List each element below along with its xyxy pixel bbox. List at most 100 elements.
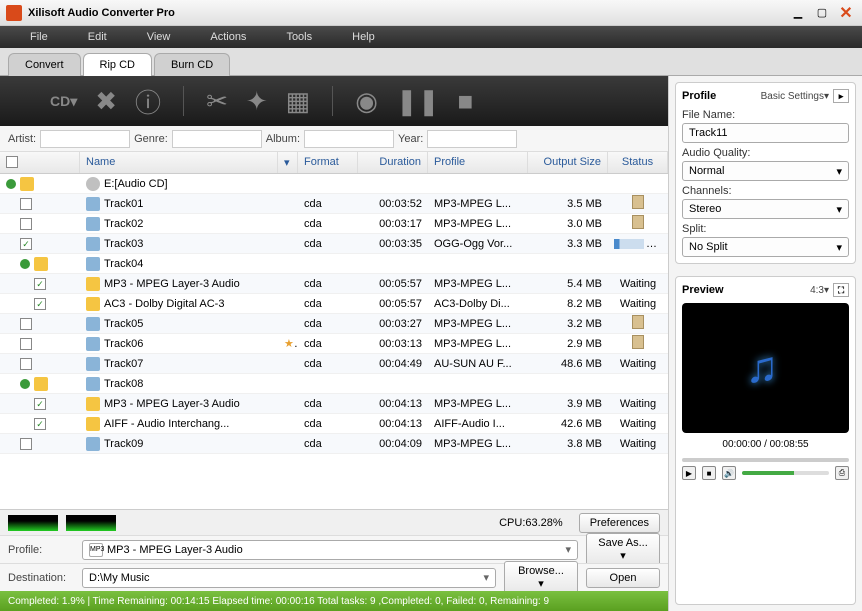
stop-button[interactable]: ■ [702, 466, 716, 480]
mute-button[interactable]: 🔊 [722, 466, 736, 480]
table-row[interactable]: Track05cda00:03:27MP3-MPEG L...3.2 MB [0, 314, 668, 334]
row-checkbox[interactable] [20, 318, 32, 330]
delete-icon[interactable]: ✖ [95, 86, 117, 117]
table-row[interactable]: Track02cda00:03:17MP3-MPEG L...3.0 MB [0, 214, 668, 234]
close-button[interactable]: ✕ [836, 5, 856, 21]
add-video-icon[interactable]: ▦ [286, 86, 311, 117]
collapse-icon[interactable] [20, 379, 30, 389]
record-icon[interactable]: ◉ [355, 86, 378, 117]
menu-tools[interactable]: Tools [266, 31, 332, 43]
row-checkbox[interactable] [20, 198, 32, 210]
row-checkbox[interactable] [20, 338, 32, 350]
cd-icon[interactable]: CD▾ [50, 93, 77, 110]
row-name: Track08 [104, 377, 143, 389]
col-name[interactable]: Name [80, 152, 278, 173]
collapse-icon[interactable] [6, 179, 16, 189]
col-expand[interactable] [0, 152, 80, 173]
collapse-icon[interactable] [20, 259, 30, 269]
row-checkbox[interactable]: ✓ [20, 238, 32, 250]
menu-actions[interactable]: Actions [190, 31, 266, 43]
menu-help[interactable]: Help [332, 31, 395, 43]
year-input[interactable] [427, 130, 517, 148]
open-button[interactable]: Open [586, 568, 660, 588]
row-checkbox[interactable]: ✓ [34, 278, 46, 290]
table-row[interactable]: Track04 [0, 254, 668, 274]
table-row[interactable]: ✓AC3 - Dolby Digital AC-3cda00:05:57AC3-… [0, 294, 668, 314]
col-duration[interactable]: Duration [358, 152, 428, 173]
row-checkbox[interactable]: ✓ [34, 418, 46, 430]
preferences-button[interactable]: Preferences [579, 513, 660, 533]
pause-icon[interactable]: ❚❚ [396, 86, 440, 117]
row-checkbox[interactable]: ✓ [34, 298, 46, 310]
row-status: Waiting [608, 418, 668, 430]
table-row[interactable]: E:[Audio CD] [0, 174, 668, 194]
row-name: Track04 [104, 257, 143, 269]
row-fmt: cda [298, 338, 358, 350]
album-input[interactable] [304, 130, 394, 148]
quality-label: Audio Quality: [682, 147, 849, 159]
filename-input[interactable]: Track11 [682, 123, 849, 143]
browse-button[interactable]: Browse... ▾ [504, 561, 578, 594]
profile-panel-title: Profile [682, 90, 716, 102]
seek-slider[interactable] [682, 458, 849, 462]
minimize-button[interactable]: ▁ [788, 5, 808, 21]
tab-rip-cd[interactable]: Rip CD [83, 53, 152, 76]
row-fmt: cda [298, 318, 358, 330]
row-name: AC3 - Dolby Digital AC-3 [104, 297, 224, 309]
menu-edit[interactable]: Edit [68, 31, 127, 43]
row-fmt: cda [298, 418, 358, 430]
check-all[interactable] [6, 156, 18, 168]
table-row[interactable]: Track06★cda00:03:13MP3-MPEG L...2.9 MB [0, 334, 668, 354]
quality-select[interactable]: Normal▾ [682, 161, 849, 181]
maximize-button[interactable]: ▢ [812, 5, 832, 21]
chevron-down-icon: ▾ [836, 165, 842, 178]
basic-settings-link[interactable]: Basic Settings▾ [761, 91, 829, 102]
table-row[interactable]: ✓MP3 - MPEG Layer-3 Audiocda00:05:57MP3-… [0, 274, 668, 294]
table-row[interactable]: Track07cda00:04:49AU-SUN AU F...48.6 MBW… [0, 354, 668, 374]
col-output-size[interactable]: Output Size [528, 152, 608, 173]
destination-input[interactable]: D:\My Music ▾ [82, 568, 496, 588]
row-status: Waiting [608, 278, 668, 290]
effects-icon[interactable]: ✦ [246, 86, 268, 117]
row-dur: 00:04:09 [358, 438, 428, 450]
table-row[interactable]: ✓Track03cda00:03:35OGG-Ogg Vor...3.3 MB1… [0, 234, 668, 254]
col-star[interactable]: ▾ [278, 152, 298, 173]
table-row[interactable]: ✓AIFF - Audio Interchang...cda00:04:13AI… [0, 414, 668, 434]
fullscreen-icon[interactable]: ⛶ [833, 283, 849, 297]
volume-slider[interactable] [742, 471, 829, 475]
menu-file[interactable]: File [10, 31, 68, 43]
profile-panel: Profile Basic Settings▾ ▸ File Name: Tra… [675, 82, 856, 264]
table-row[interactable]: Track08 [0, 374, 668, 394]
grid-body[interactable]: E:[Audio CD]Track01cda00:03:52MP3-MPEG L… [0, 174, 668, 509]
col-status[interactable]: Status [608, 152, 668, 173]
aspect-select[interactable]: 4:3▾ [810, 285, 829, 296]
stop-icon[interactable]: ■ [458, 86, 474, 117]
col-format[interactable]: Format [298, 152, 358, 173]
split-select[interactable]: No Split▾ [682, 237, 849, 257]
tab-convert[interactable]: Convert [8, 53, 81, 76]
save-as-button[interactable]: Save As... ▾ [586, 533, 660, 566]
profile-select[interactable]: MP3 MP3 - MPEG Layer-3 Audio ▾ [82, 540, 578, 560]
table-row[interactable]: Track09cda00:04:09MP3-MPEG L...3.8 MBWai… [0, 434, 668, 454]
advance-icon[interactable]: ▸ [833, 89, 849, 103]
tab-burn-cd[interactable]: Burn CD [154, 53, 230, 76]
row-size: 3.2 MB [528, 318, 608, 330]
genre-input[interactable] [172, 130, 262, 148]
artist-input[interactable] [40, 130, 130, 148]
col-profile[interactable]: Profile [428, 152, 528, 173]
channels-select[interactable]: Stereo▾ [682, 199, 849, 219]
row-checkbox[interactable] [20, 438, 32, 450]
table-row[interactable]: Track01cda00:03:52MP3-MPEG L...3.5 MB [0, 194, 668, 214]
cut-icon[interactable]: ✂ [206, 86, 228, 117]
menu-view[interactable]: View [127, 31, 191, 43]
separator [332, 86, 333, 116]
snapshot-button[interactable]: ⎙ [835, 466, 849, 480]
row-checkbox[interactable] [20, 218, 32, 230]
row-status [608, 195, 668, 212]
table-row[interactable]: ✓MP3 - MPEG Layer-3 Audiocda00:04:13MP3-… [0, 394, 668, 414]
row-checkbox[interactable]: ✓ [34, 398, 46, 410]
row-checkbox[interactable] [20, 358, 32, 370]
play-button[interactable]: ▶ [682, 466, 696, 480]
row-name: Track06 [104, 337, 143, 349]
info-icon[interactable]: ⓘ [135, 83, 161, 120]
